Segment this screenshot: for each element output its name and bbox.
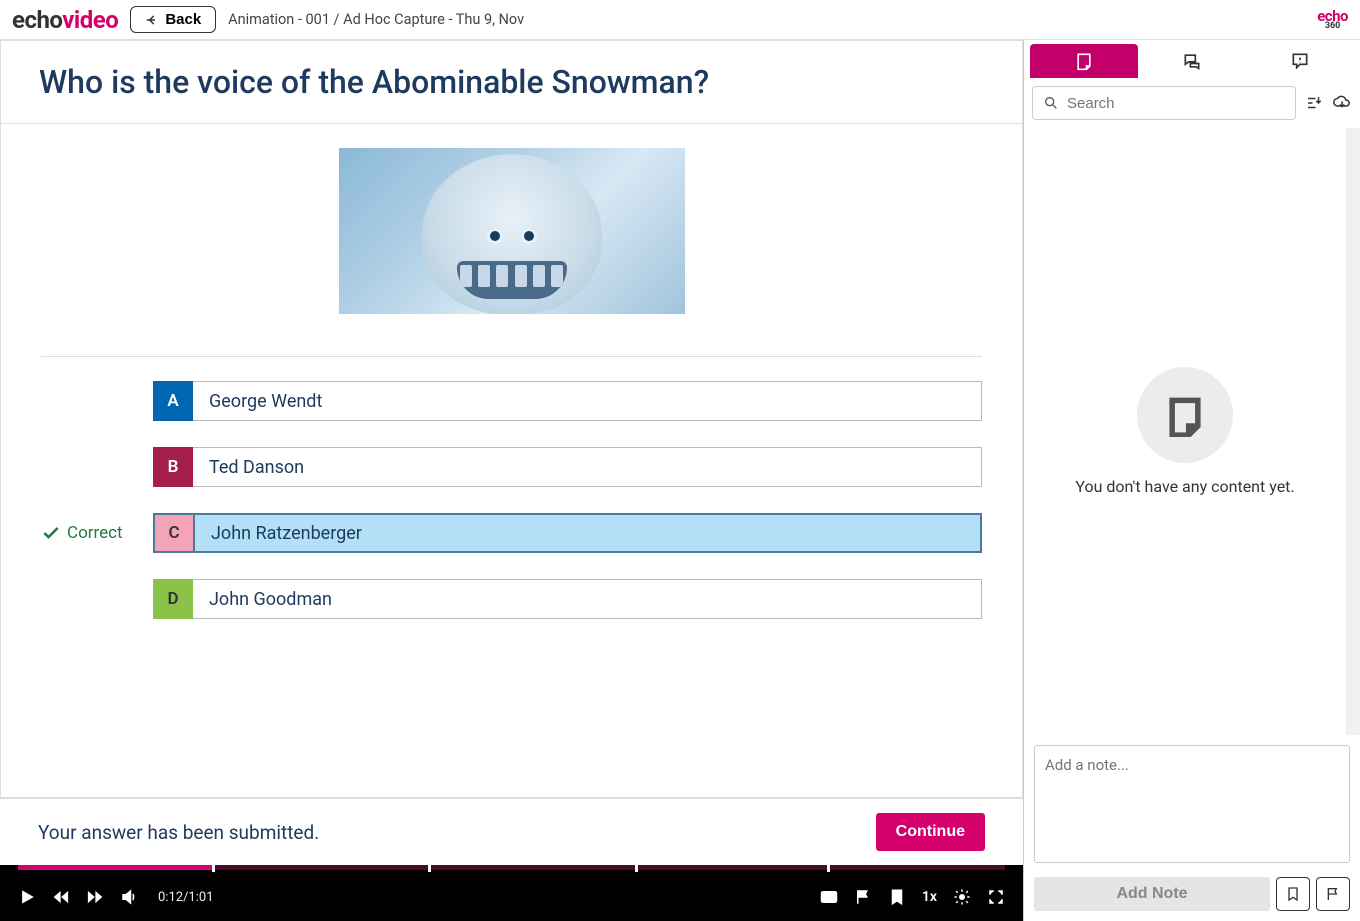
question-image-area	[1, 124, 1022, 314]
flag-icon[interactable]	[854, 888, 872, 906]
progress-marker[interactable]	[827, 863, 830, 872]
answer-text: John Goodman	[193, 579, 982, 619]
add-note-button[interactable]: Add Note	[1034, 877, 1270, 911]
search-icon	[1043, 95, 1059, 111]
bookmark-icon[interactable]	[888, 888, 906, 906]
answer-row-c[interactable]: CorrectCJohn Ratzenberger	[153, 513, 982, 553]
cloud-download-icon[interactable]	[1332, 93, 1352, 113]
question-panel: Who is the voice of the Abominable Snowm…	[0, 40, 1023, 798]
tab-discussion[interactable]	[1138, 44, 1246, 78]
empty-notes-icon	[1137, 367, 1233, 463]
cc-icon[interactable]: CC	[820, 888, 838, 906]
answer-row-b[interactable]: BTed Danson	[153, 447, 982, 487]
answer-text: John Ratzenberger	[193, 513, 982, 553]
answer-row-d[interactable]: DJohn Goodman	[153, 579, 982, 619]
progress-marker[interactable]	[212, 863, 215, 872]
volume-icon[interactable]	[120, 888, 138, 906]
playback-speed[interactable]: 1x	[922, 889, 937, 905]
video-time: 0:12/1:01	[158, 890, 214, 905]
back-button[interactable]: Back	[130, 6, 216, 33]
footer-message: Your answer has been submitted.	[38, 821, 319, 844]
flag-note-button[interactable]	[1316, 877, 1350, 911]
fullscreen-icon[interactable]	[987, 888, 1005, 906]
question-image	[339, 148, 685, 314]
top-header: echovideo Back Animation - 001 / Ad Hoc …	[0, 0, 1360, 40]
answer-text: Ted Danson	[193, 447, 982, 487]
progress-marker[interactable]	[635, 863, 638, 872]
video-player-bar: 0:12/1:01 CC 1x	[0, 865, 1023, 921]
continue-button[interactable]: Continue	[876, 813, 985, 851]
settings-icon[interactable]	[953, 888, 971, 906]
back-label: Back	[165, 11, 201, 28]
bookmark-note-button[interactable]	[1276, 877, 1310, 911]
forward-icon[interactable]	[86, 888, 104, 906]
answer-letter: B	[153, 447, 193, 487]
rewind-icon[interactable]	[52, 888, 70, 906]
arrow-left-icon	[145, 13, 159, 27]
search-input[interactable]	[1067, 95, 1285, 112]
answer-letter: C	[153, 513, 193, 553]
sidebar-tabs	[1024, 40, 1360, 78]
answer-letter: D	[153, 579, 193, 619]
breadcrumb: Animation - 001 / Ad Hoc Capture - Thu 9…	[228, 11, 524, 28]
echo360-mini-logo: echo 360	[1317, 9, 1348, 31]
progress-fill	[18, 865, 212, 870]
tab-qa[interactable]	[1246, 44, 1354, 78]
progress-track[interactable]	[18, 865, 1005, 870]
question-footer: Your answer has been submitted. Continue	[0, 798, 1023, 865]
question-title: Who is the voice of the Abominable Snowm…	[1, 41, 1022, 123]
tab-notes[interactable]	[1030, 44, 1138, 78]
answers-list: AGeorge WendtBTed DansonCorrectCJohn Rat…	[153, 381, 982, 619]
filter-icon[interactable]	[1304, 93, 1324, 113]
progress-marker[interactable]	[428, 863, 431, 872]
answer-row-a[interactable]: AGeorge Wendt	[153, 381, 982, 421]
play-icon[interactable]	[18, 888, 36, 906]
svg-text:CC: CC	[825, 895, 833, 902]
answer-text: George Wendt	[193, 381, 982, 421]
note-textarea[interactable]	[1034, 745, 1350, 863]
empty-notes-text: You don't have any content yet.	[1075, 477, 1294, 496]
echovideo-logo: echovideo	[12, 6, 118, 34]
answer-letter: A	[153, 381, 193, 421]
search-box[interactable]	[1032, 86, 1296, 120]
notes-body: You don't have any content yet.	[1024, 128, 1360, 735]
correct-indicator: Correct	[41, 523, 123, 543]
notes-panel: You don't have any content yet. Add Note	[1024, 40, 1360, 921]
